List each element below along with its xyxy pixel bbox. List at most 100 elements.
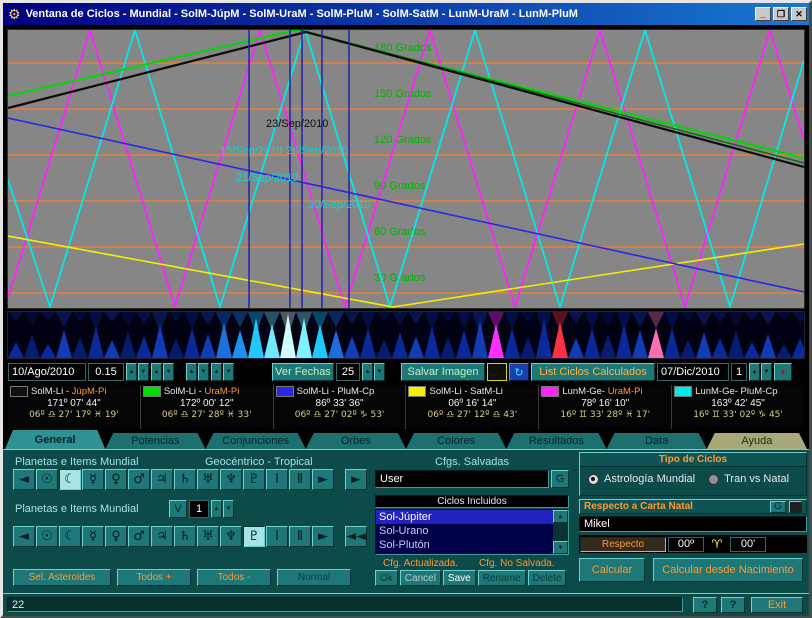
tab-orbes[interactable]: Orbes [306,433,406,449]
g-config-button[interactable]: G [551,470,569,488]
r1-point-ii-button[interactable]: Ⅱ [289,469,311,490]
help-button-2[interactable]: ? [721,597,745,613]
spin-up-button[interactable]: ▲ [126,363,137,381]
r2-moon-button[interactable]: ☾ [59,526,81,547]
spin-up-button[interactable]: ▲ [362,363,373,381]
ok-button[interactable]: Ok [375,570,398,586]
r2-saturn-button[interactable]: ♄ [174,526,196,547]
save-button[interactable]: Save [442,570,476,586]
r2-venus-button[interactable]: ♀ [105,526,127,547]
sel-asteroides-button[interactable]: Sel. Asteroides [13,569,111,586]
r2-pluto-button[interactable]: ♇ [243,526,265,547]
config-name-input[interactable] [375,470,549,488]
tab-general[interactable]: General [5,430,105,449]
refresh-button[interactable]: ↻ [509,363,529,381]
respecto-button[interactable]: Respecto [580,536,666,552]
tab-colores[interactable]: Colores [406,433,506,449]
spin-down-button[interactable]: ▼ [761,363,772,381]
r2-point-i-button[interactable]: Ⅰ [266,526,288,547]
end-date-field[interactable]: 07/Dic/2010 [657,363,729,381]
r1-neptune-button[interactable]: ♆ [220,469,242,490]
r1-pluto-button[interactable]: ♇ [243,469,265,490]
v-value-field[interactable]: 1 [189,500,209,518]
close-button[interactable]: ✕ [791,7,807,21]
salvar-imagen-button[interactable]: Salvar Imagen [401,363,485,381]
r2-uranus-button[interactable]: ♅ [197,526,219,547]
respecto-degrees-field[interactable]: 00º [668,536,704,552]
ver-fechas-button[interactable]: Ver Fechas [272,363,334,381]
spin-down-button[interactable]: ▼ [223,500,234,518]
scroll-up-button[interactable]: ▲ [553,510,568,523]
scroll-down-button[interactable]: ▼ [553,541,568,554]
spin-up-button[interactable]: ▲ [211,500,222,518]
delete-button[interactable]: Delete [527,570,567,586]
radio-astrologia-mundial[interactable] [588,473,599,485]
spin-down-button[interactable]: ▼ [138,363,149,381]
tab-potencias[interactable]: Potencias [105,433,205,449]
offset-spinner[interactable]: ▲ ▼ [186,363,209,381]
step-spinner-2[interactable]: ▲ ▼ [151,363,174,381]
spin-down-button[interactable]: ▼ [198,363,209,381]
radio-tran-vs-natal[interactable] [708,473,720,485]
step-field[interactable]: 0.15 [88,363,124,381]
r1-venus-button[interactable]: ♀ [105,469,127,490]
spin-down-button[interactable]: ▼ [163,363,174,381]
list-item[interactable]: Sol-Urano [376,524,553,538]
interval-field[interactable]: 25 [336,363,360,381]
spin-up-button[interactable]: ▲ [151,363,162,381]
tab-conjunciones[interactable]: Conjunciones [206,433,306,449]
exit-button[interactable]: Exit [751,597,803,613]
r1-nav-right-button[interactable]: ► [312,469,334,490]
r1-mercury-button[interactable]: ☿ [82,469,104,490]
r2-nav-left-button[interactable]: ◄ [13,526,35,547]
list-ciclos-calculados-button[interactable]: List Ciclos Calculados [531,363,655,381]
list-item[interactable]: Sol-Plutón [376,538,553,552]
r2-point-ii-button[interactable]: Ⅱ [289,526,311,547]
r1-moon-button[interactable]: ☾ [59,469,81,490]
tab-resultados[interactable]: Resultados [506,433,606,449]
g-natal-button[interactable]: G [770,500,786,513]
r2-nav-right-button[interactable]: ► [312,526,334,547]
r2-mars-button[interactable]: ♂ [128,526,150,547]
list-item[interactable]: Sol-Júpiter [376,510,553,524]
cancel-button[interactable]: Cancel [399,570,441,586]
r1-uranus-button[interactable]: ♅ [197,469,219,490]
image-frame-button[interactable] [487,363,507,381]
tab-ayuda[interactable]: Ayuda [707,433,807,449]
cycles-chart[interactable]: 180 Grados150 Grados120 Grados90 Grados6… [7,29,805,309]
natal-toggle-button[interactable] [789,500,802,513]
v-button[interactable]: V [169,500,187,518]
spin-up-button[interactable]: ▲ [749,363,760,381]
r1-mars-button[interactable]: ♂ [128,469,150,490]
interval-spinner[interactable]: ▲ ▼ [362,363,385,381]
titlebar[interactable]: ⚙ Ventana de Ciclos - Mundial - SolM-Júp… [3,3,809,25]
todos-plus-button[interactable]: Todos + [117,569,191,586]
tab-data[interactable]: Data [607,433,707,449]
step-spinner[interactable]: ▲ ▼ [126,363,149,381]
list-scrollbar[interactable]: ▲ ▼ [553,510,568,554]
v-spinner[interactable]: ▲ ▼ [211,500,234,518]
r1-saturn-button[interactable]: ♄ [174,469,196,490]
pages-spinner[interactable]: ▲ ▼ [749,363,772,381]
page-down-button[interactable]: ▼ [774,363,792,381]
rename-button[interactable]: Rename [477,570,526,586]
start-date-field[interactable]: 10/Ago/2010 [8,363,86,381]
spin-up-button[interactable]: ▲ [211,363,222,381]
r2-jupiter-button[interactable]: ♃ [151,526,173,547]
r2-neptune-button[interactable]: ♆ [220,526,242,547]
r1-nav-right-2-button[interactable]: ► [345,469,367,490]
pages-field[interactable]: 1 [731,363,747,381]
respecto-minutes-field[interactable]: 00' [730,536,766,552]
r2-mercury-button[interactable]: ☿ [82,526,104,547]
spin-down-button[interactable]: ▼ [374,363,385,381]
spin-down-button[interactable]: ▼ [223,363,234,381]
ciclos-listbox[interactable]: Sol-Júpiter Sol-Urano Sol-Plutón ▲ ▼ [375,509,569,555]
r1-nav-left-button[interactable]: ◄ [13,469,35,490]
spin-up-button[interactable]: ▲ [186,363,197,381]
calcular-button[interactable]: Calcular [579,558,645,582]
calcular-desde-nacimiento-button[interactable]: Calcular desde Nacimiento [653,558,803,582]
r1-point-i-button[interactable]: Ⅰ [266,469,288,490]
r2-sun-button[interactable]: ☉ [36,526,58,547]
r1-sun-button[interactable]: ☉ [36,469,58,490]
r1-jupiter-button[interactable]: ♃ [151,469,173,490]
